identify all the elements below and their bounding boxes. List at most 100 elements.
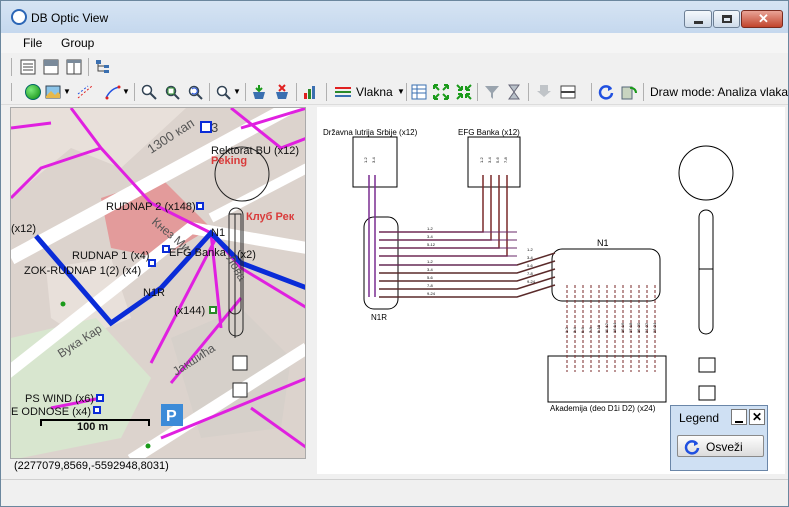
maximize-button[interactable] (713, 10, 740, 28)
node-shape-small[interactable] (232, 382, 248, 398)
hourglass-icon[interactable] (506, 84, 522, 100)
node-pill[interactable] (698, 209, 714, 335)
fiber-bundle[interactable] (379, 231, 517, 266)
port-label: 5-6 (580, 326, 585, 333)
port-label: 1-2 (479, 156, 484, 163)
port-label: 7-8 (588, 326, 593, 333)
node-marker[interactable] (209, 306, 217, 314)
toolbar-separator (326, 83, 327, 101)
parking-letter: P (166, 408, 177, 425)
map-view[interactable]: P 3 Rektorat BU (x12) Peking Клуб Рек RU… (10, 107, 306, 459)
legend-window[interactable]: Legend ✕ Osveži (670, 405, 768, 471)
refresh-icon[interactable] (598, 84, 614, 100)
toolbar-grip (11, 58, 12, 76)
close-icon: ✕ (758, 11, 769, 26)
port-label: 9-10 (596, 324, 601, 333)
port-label: 1-2 (363, 156, 368, 163)
fiber-label: 7-8 (427, 283, 434, 288)
node-marker[interactable] (148, 259, 156, 267)
map-canvas[interactable]: P 3 Rektorat BU (x12) Peking Клуб Рек RU… (11, 108, 306, 459)
map-label-rudnap2[interactable]: RUDNAP 2 (x148) (106, 201, 196, 213)
split-vertical-icon[interactable] (66, 59, 82, 75)
node-label-n1: N1 (597, 238, 609, 248)
map-label-odnose[interactable]: E ODNOSE (x4) (11, 406, 91, 418)
toolbar-separator (209, 83, 210, 101)
map-label-rudnap1[interactable]: RUDNAP 1 (x4) (72, 250, 149, 262)
sync-icon[interactable] (621, 84, 637, 100)
chevron-down-icon[interactable]: ▼ (233, 87, 241, 96)
node-shape-small[interactable] (698, 385, 716, 401)
panel-icon[interactable] (560, 84, 576, 100)
search-icon[interactable] (215, 84, 231, 100)
draw-line-icon[interactable] (105, 84, 121, 100)
zoom-extent-icon[interactable] (164, 84, 180, 100)
image-layer-icon[interactable] (45, 84, 61, 100)
toolbar-layout (1, 55, 788, 79)
n1-label: 3-4 (527, 255, 534, 260)
node-circle[interactable] (678, 145, 734, 201)
zoom-refresh-icon[interactable] (187, 84, 203, 100)
node-box-n1[interactable] (551, 248, 661, 302)
legend-close-button[interactable]: ✕ (749, 409, 765, 425)
basket-add-icon[interactable] (251, 84, 267, 100)
split-horizontal-icon[interactable] (43, 59, 59, 75)
port-label: 23-24 (652, 322, 657, 333)
map-label-x144[interactable]: (x144) (174, 305, 205, 317)
port-label: 3-4 (572, 326, 577, 333)
node-marker[interactable] (200, 121, 212, 133)
zoom-in-icon[interactable] (141, 84, 157, 100)
map-label-x12[interactable]: (x12) (11, 223, 36, 235)
chart-bars-icon[interactable] (303, 84, 319, 100)
expand-icon[interactable] (433, 84, 449, 100)
table-icon[interactable] (411, 84, 427, 100)
toolbar-separator (477, 83, 478, 101)
fiber-label: 1-2 (427, 259, 434, 264)
chevron-down-icon[interactable]: ▼ (397, 87, 405, 96)
minimize-icon (735, 421, 743, 423)
filter-icon[interactable] (484, 84, 500, 100)
menu-group[interactable]: Group (61, 36, 94, 50)
tree-icon[interactable] (95, 59, 111, 75)
node-shape-small[interactable] (232, 355, 248, 371)
window-title: DB Optic View (31, 11, 109, 25)
map-label-zok[interactable]: ZOK-RUDNAP 1(2) (x4) (24, 265, 141, 277)
map-label-n1[interactable]: N1 (211, 227, 225, 239)
node-shape-small[interactable] (698, 357, 716, 373)
toolbar-main: ▼ ▼ ▼ Vlakna ▼ Draw mode: Analiza vlaka (1, 79, 788, 105)
chevron-down-icon[interactable]: ▼ (122, 87, 130, 96)
chevron-down-icon[interactable]: ▼ (63, 87, 71, 96)
refresh-button[interactable]: Osveži (677, 435, 764, 457)
import-icon[interactable] (536, 84, 552, 100)
map-poi-klub: Клуб Рек (246, 211, 295, 223)
refresh-icon (684, 440, 700, 455)
node-marker[interactable] (96, 394, 104, 402)
map-label-n1r[interactable]: N1R (143, 287, 165, 299)
port-label: 21-22 (644, 322, 649, 333)
toolbar-separator (134, 83, 135, 101)
list-view-icon[interactable] (20, 59, 36, 75)
close-button[interactable]: ✕ (741, 10, 783, 28)
node-marker[interactable] (196, 202, 204, 210)
node-box-efg[interactable] (467, 136, 521, 188)
route-dashed-icon[interactable] (77, 84, 93, 100)
port-label: 15-16 (620, 322, 625, 333)
vlakna-dropdown[interactable]: Vlakna (356, 85, 393, 99)
toolbar-separator (296, 83, 297, 101)
map-label-pswind[interactable]: PS WIND (x6) (25, 393, 94, 405)
legend-minimize-button[interactable] (731, 409, 747, 425)
n1-label: 7-8 (527, 271, 534, 276)
minimize-button[interactable] (684, 10, 712, 28)
port-label: 3-4 (371, 156, 376, 163)
collapse-icon[interactable] (456, 84, 472, 100)
scale-label: 100 m (77, 421, 108, 433)
node-marker[interactable] (93, 406, 101, 414)
status-green-icon[interactable] (25, 84, 41, 100)
map-poi-dot (60, 301, 66, 307)
port-label: 19-20 (636, 322, 641, 333)
menu-file[interactable]: File (23, 36, 42, 50)
basket-remove-icon[interactable] (274, 84, 290, 100)
fiber-lutrija[interactable] (368, 175, 376, 297)
port-label: 11-12 (604, 322, 609, 333)
port-label: 5-6 (495, 156, 500, 163)
close-icon: ✕ (751, 410, 763, 424)
